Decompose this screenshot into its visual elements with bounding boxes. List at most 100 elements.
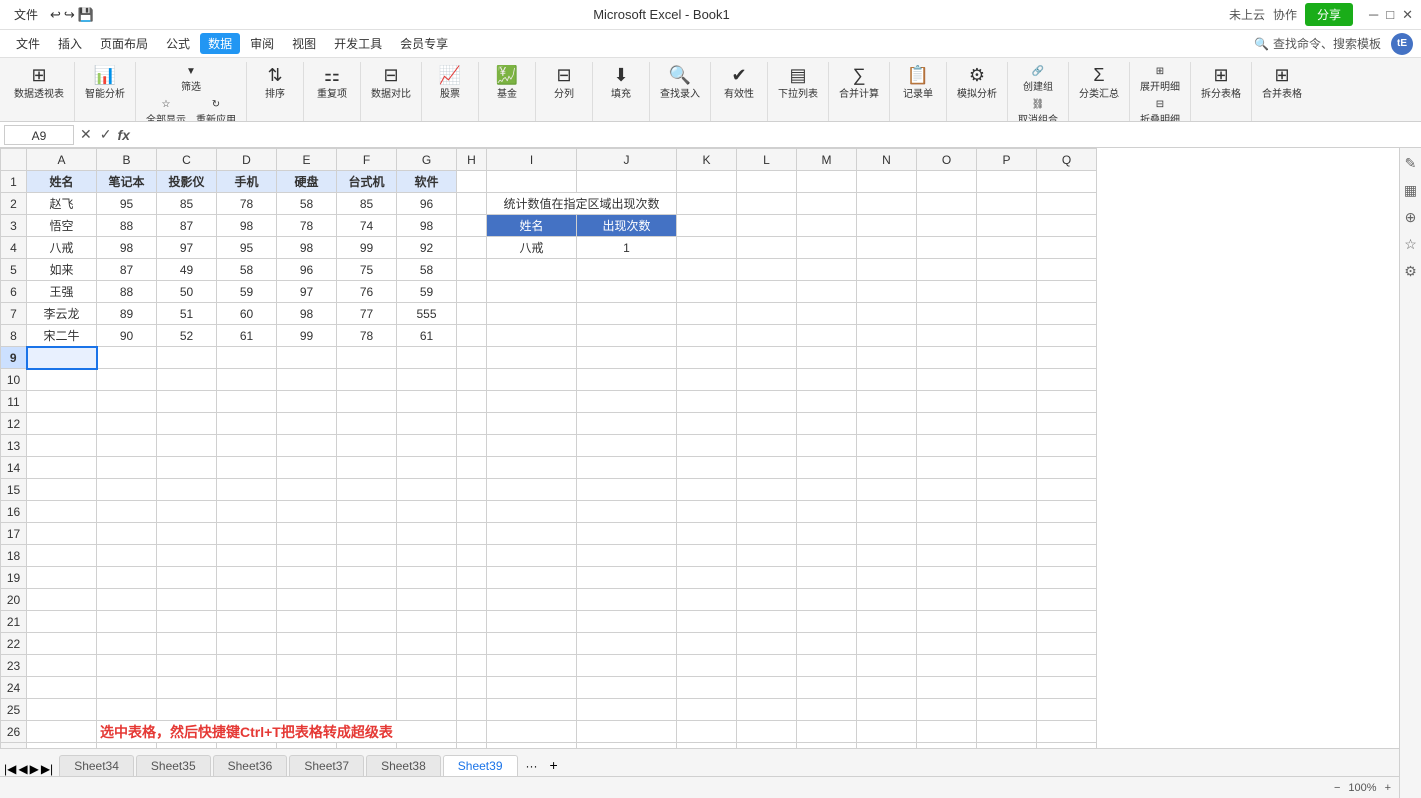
cell-M20[interactable] [797,589,857,611]
cell-D24[interactable] [217,677,277,699]
cell-N17[interactable] [857,523,917,545]
cell-I17[interactable] [487,523,577,545]
cell-F9[interactable] [337,347,397,369]
cell-F27[interactable] [337,743,397,749]
cell-N14[interactable] [857,457,917,479]
row-header-10[interactable]: 10 [1,369,27,391]
cell-J22[interactable] [577,633,677,655]
cell-L17[interactable] [737,523,797,545]
cell-G12[interactable] [397,413,457,435]
cell-J20[interactable] [577,589,677,611]
cell-L19[interactable] [737,567,797,589]
cell-Q4[interactable] [1037,237,1097,259]
cell-N8[interactable] [857,325,917,347]
cell-A20[interactable] [27,589,97,611]
cell-L21[interactable] [737,611,797,633]
cell-O18[interactable] [917,545,977,567]
cell-O21[interactable] [917,611,977,633]
pivot-table-btn[interactable]: ⊞ 数据透视表 [10,64,68,102]
cell-B21[interactable] [97,611,157,633]
cell-N4[interactable] [857,237,917,259]
cell-B11[interactable] [97,391,157,413]
cell-H11[interactable] [457,391,487,413]
row-header-6[interactable]: 6 [1,281,27,303]
cell-N25[interactable] [857,699,917,721]
cell-B9[interactable] [97,347,157,369]
cell-N16[interactable] [857,501,917,523]
cell-E10[interactable] [277,369,337,391]
cancel-formula-btn[interactable]: ✕ [78,126,94,143]
cell-C1[interactable]: 投影仪 [157,171,217,193]
cell-F3[interactable]: 74 [337,215,397,237]
cell-D7[interactable]: 60 [217,303,277,325]
cell-L4[interactable] [737,237,797,259]
cell-K12[interactable] [677,413,737,435]
prev-tab-btn[interactable]: ◀ [18,762,27,776]
cell-E15[interactable] [277,479,337,501]
cell-L11[interactable] [737,391,797,413]
cell-F24[interactable] [337,677,397,699]
cell-D25[interactable] [217,699,277,721]
cell-A18[interactable] [27,545,97,567]
cell-L26[interactable] [737,721,797,743]
cell-P21[interactable] [977,611,1037,633]
cell-P1[interactable] [977,171,1037,193]
cell-N22[interactable] [857,633,917,655]
cell-K7[interactable] [677,303,737,325]
cell-E25[interactable] [277,699,337,721]
row-header-23[interactable]: 23 [1,655,27,677]
cell-B27[interactable] [97,743,157,749]
cell-H3[interactable] [457,215,487,237]
cell-B7[interactable]: 89 [97,303,157,325]
cell-E20[interactable] [277,589,337,611]
cell-F22[interactable] [337,633,397,655]
cell-L10[interactable] [737,369,797,391]
cell-J15[interactable] [577,479,677,501]
cell-K6[interactable] [677,281,737,303]
cell-G7[interactable]: 555 [397,303,457,325]
cell-K22[interactable] [677,633,737,655]
cell-B20[interactable] [97,589,157,611]
cell-B23[interactable] [97,655,157,677]
cell-K8[interactable] [677,325,737,347]
cell-C14[interactable] [157,457,217,479]
cell-A8[interactable]: 宋二牛 [27,325,97,347]
cell-Q6[interactable] [1037,281,1097,303]
row-header-2[interactable]: 2 [1,193,27,215]
cell-K3[interactable] [677,215,737,237]
cell-I13[interactable] [487,435,577,457]
cell-I21[interactable] [487,611,577,633]
cell-C17[interactable] [157,523,217,545]
row-header-18[interactable]: 18 [1,545,27,567]
show-all-btn[interactable]: ☆ 全部显示 [142,97,190,122]
cell-M18[interactable] [797,545,857,567]
row-header-8[interactable]: 8 [1,325,27,347]
cell-Q20[interactable] [1037,589,1097,611]
save-btn[interactable]: 💾 [78,7,94,23]
file-menu[interactable]: 文件 [8,4,44,25]
cell-N18[interactable] [857,545,917,567]
cell-I10[interactable] [487,369,577,391]
cell-E9[interactable] [277,347,337,369]
cell-Q2[interactable] [1037,193,1097,215]
row-header-5[interactable]: 5 [1,259,27,281]
cell-F18[interactable] [337,545,397,567]
cell-E3[interactable]: 78 [277,215,337,237]
cell-C18[interactable] [157,545,217,567]
cell-C7[interactable]: 51 [157,303,217,325]
cell-A10[interactable] [27,369,97,391]
cell-H4[interactable] [457,237,487,259]
cell-J3[interactable]: 出现次数 [577,215,677,237]
subtotal-btn[interactable]: Σ 分类汇总 [1075,64,1123,102]
split-table-btn[interactable]: ⊞ 拆分表格 [1197,64,1245,102]
cell-G18[interactable] [397,545,457,567]
cell-J1[interactable] [577,171,677,193]
cell-N24[interactable] [857,677,917,699]
cell-D18[interactable] [217,545,277,567]
cell-O2[interactable] [917,193,977,215]
filter-btn[interactable]: ▼ 筛选 [173,64,209,95]
cell-Q23[interactable] [1037,655,1097,677]
merge-table-btn[interactable]: ⊞ 合并表格 [1258,64,1306,102]
cell-I14[interactable] [487,457,577,479]
cell-P5[interactable] [977,259,1037,281]
